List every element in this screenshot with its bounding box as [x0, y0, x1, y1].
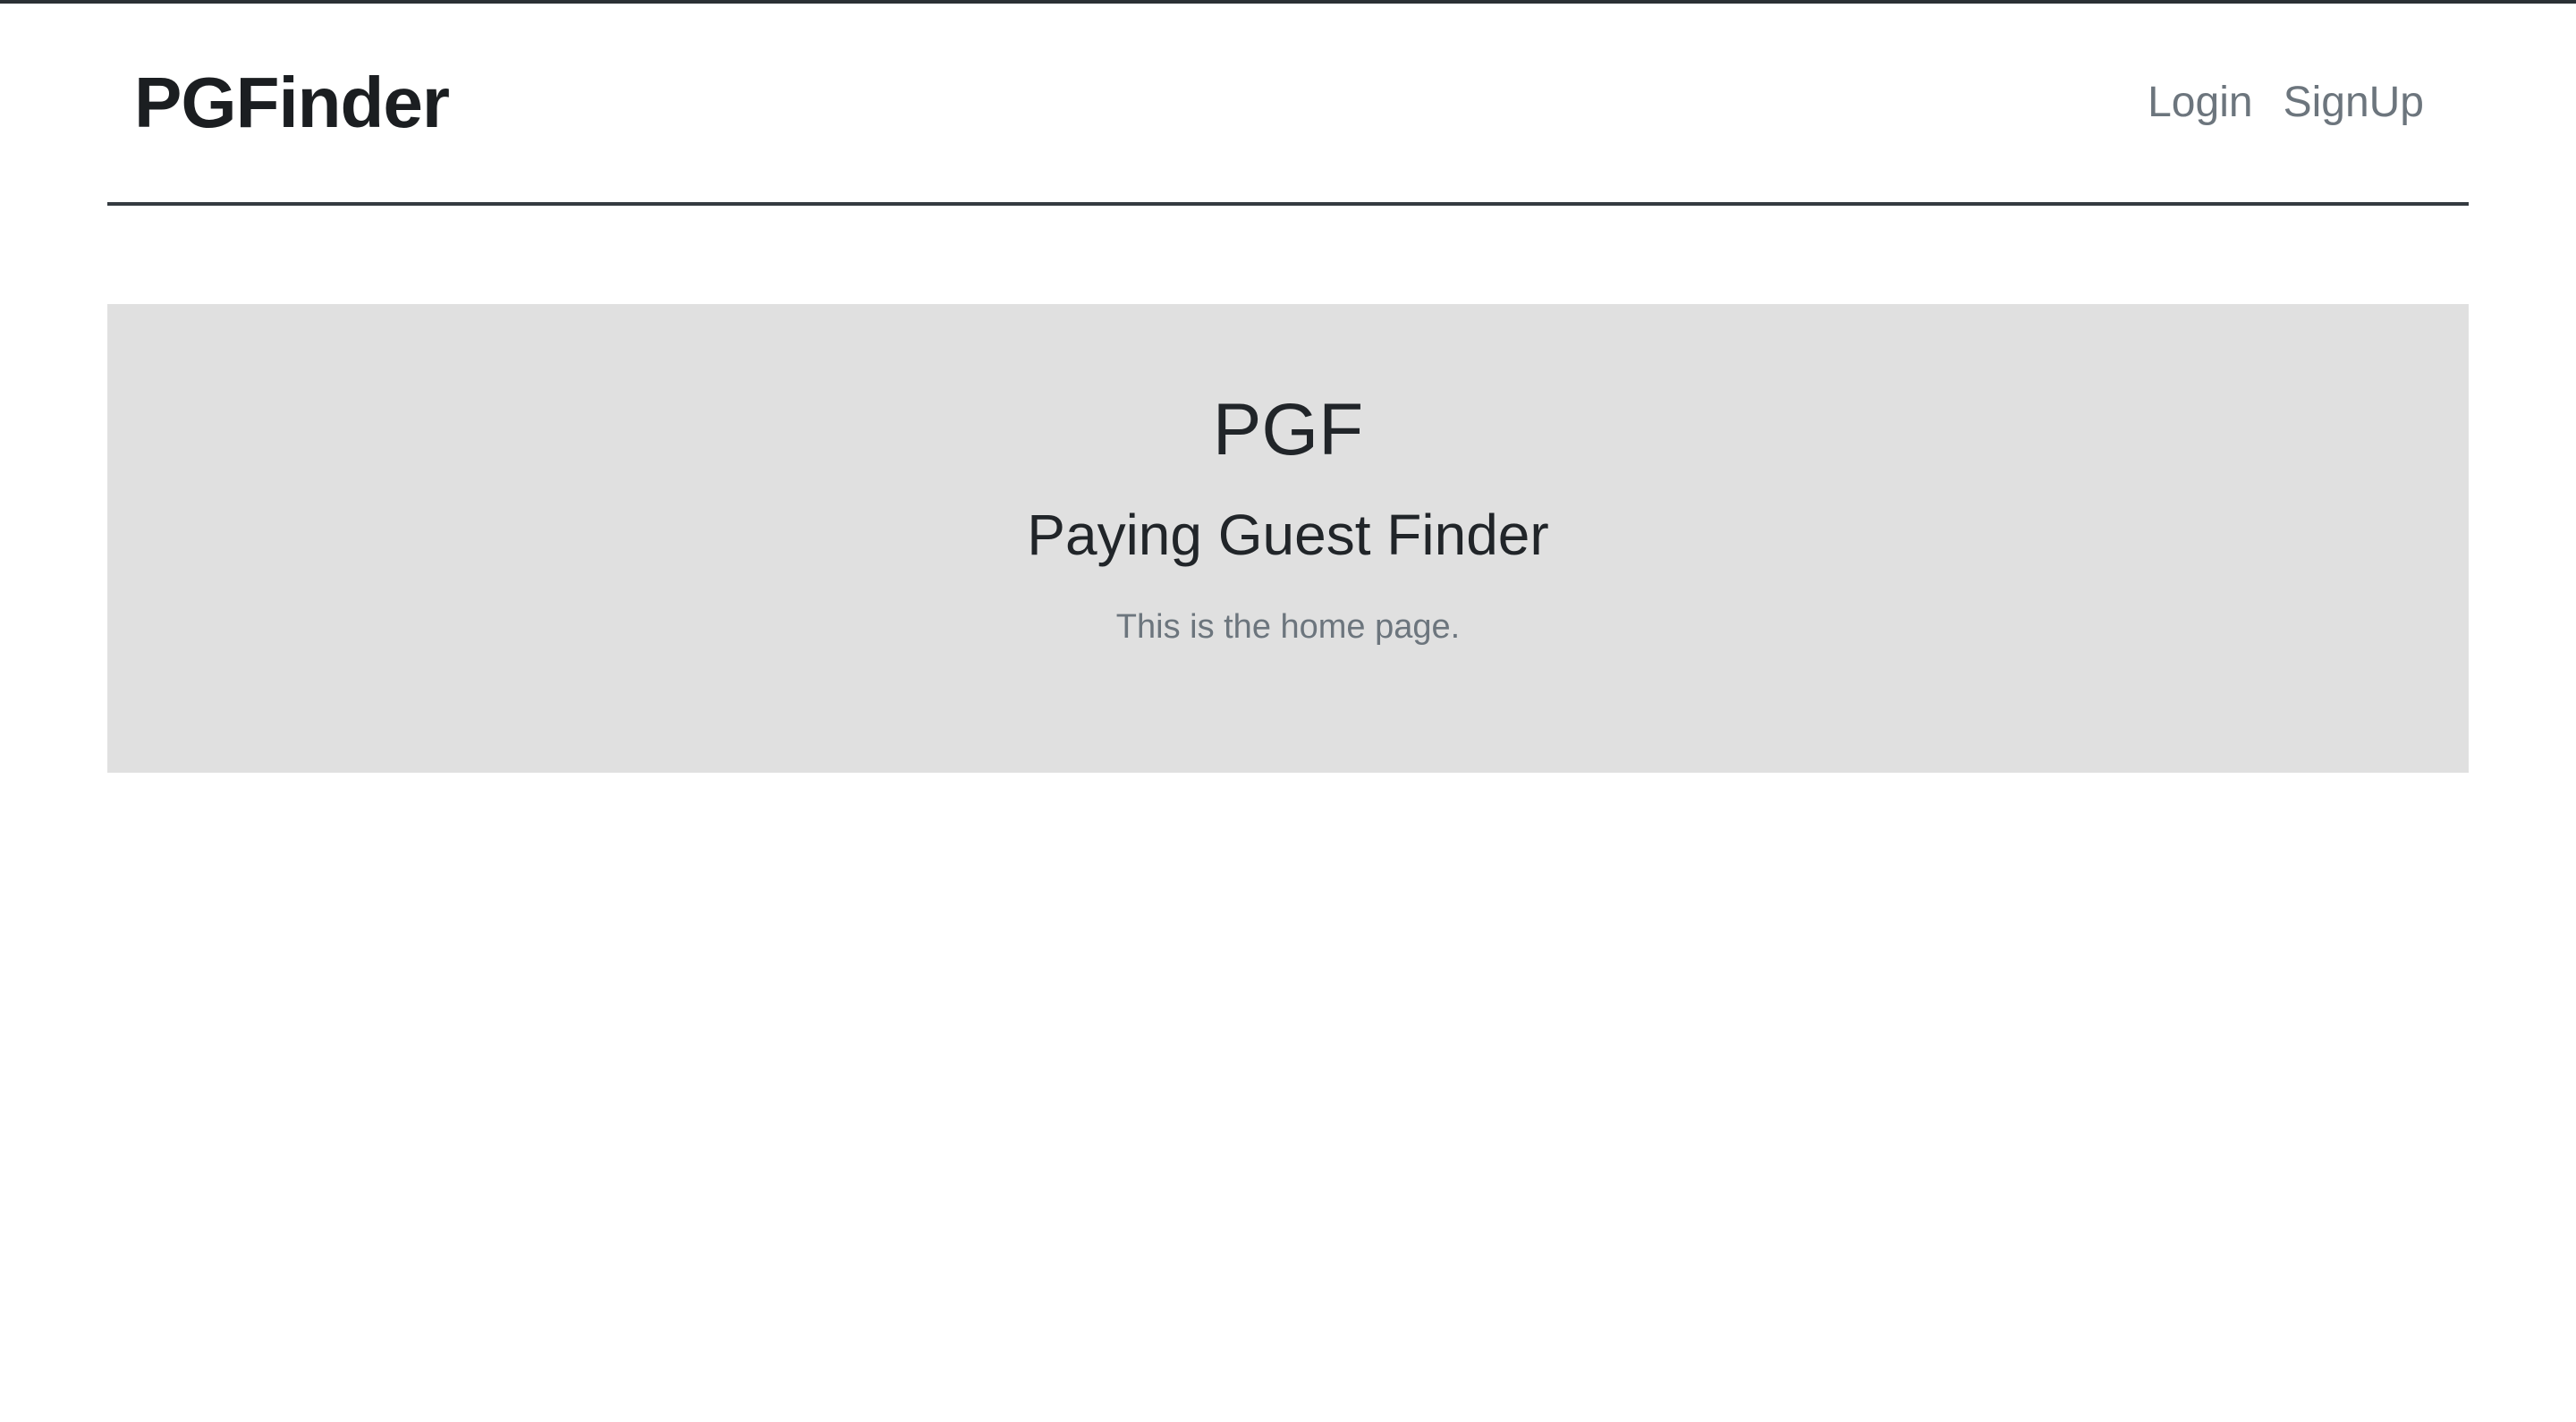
- signup-link[interactable]: SignUp: [2284, 81, 2424, 124]
- hero-description: This is the home page.: [1115, 608, 1461, 646]
- nav-links: Login SignUp: [2148, 81, 2424, 124]
- navbar: PGFinder Login SignUp: [107, 4, 2469, 206]
- page-container: PGFinder Login SignUp PGF Paying Guest F…: [107, 4, 2469, 773]
- hero-title: PGF: [1212, 389, 1364, 470]
- hero-subtitle: Paying Guest Finder: [1027, 503, 1549, 567]
- brand-logo-link[interactable]: PGFinder: [134, 67, 450, 139]
- hero-jumbotron: PGF Paying Guest Finder This is the home…: [107, 304, 2469, 773]
- login-link[interactable]: Login: [2148, 81, 2252, 124]
